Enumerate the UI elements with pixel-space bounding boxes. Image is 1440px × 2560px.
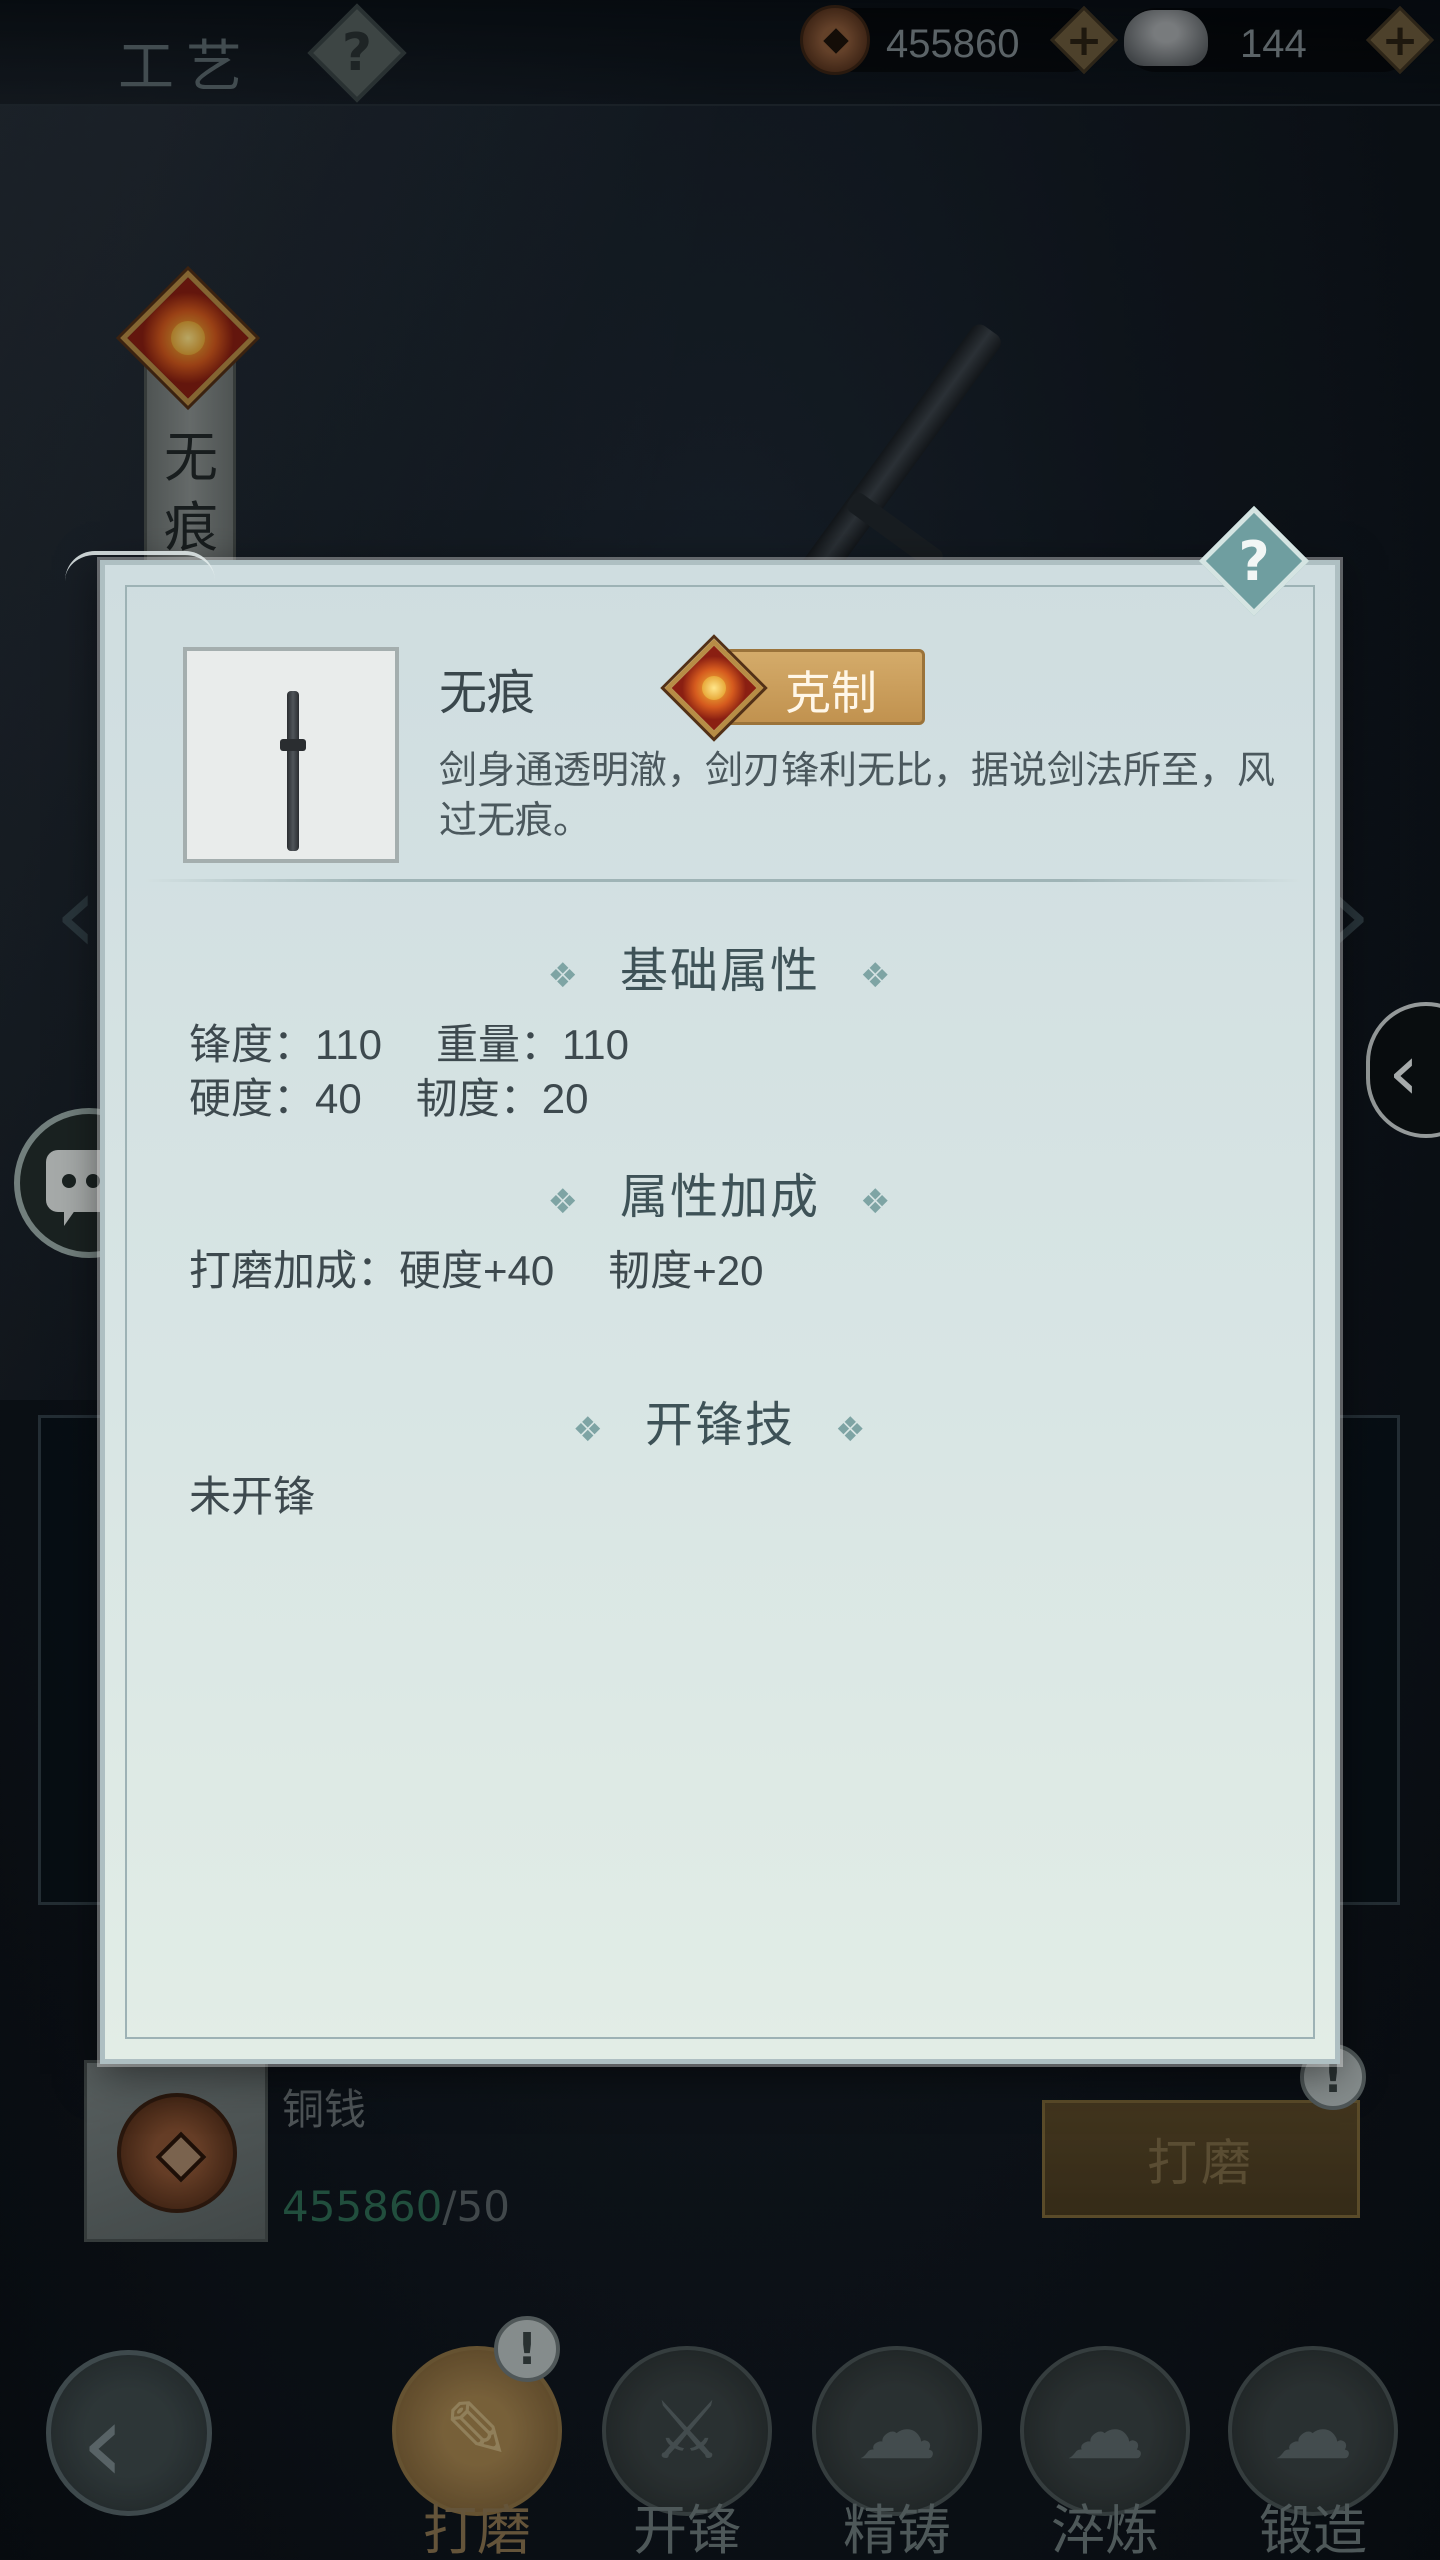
skill-status: 未开锋 [189,1473,316,1520]
cloud-ornament [65,551,215,581]
attr-row: 锋度：110 重量：110 [189,1011,629,1072]
ornament-icon: ❖ [835,1410,868,1450]
section-title-base-attributes: ❖ 基础属性 ❖ [105,931,1335,1001]
section-title-sharpen-skill: ❖ 开锋技 ❖ [105,1385,1335,1455]
ornament-icon: ❖ [547,1182,580,1222]
section-title-text: 属性加成 [619,1169,820,1225]
item-detail-modal: 无痕 克制 剑身通透明澈，剑刃锋利无比，据说剑法所至，风过无痕。 ❖ 基础属性 ❖ … [65,551,1340,2064]
type-badge-label: 克制 [785,666,877,720]
section-title-text: 开锋技 [644,1397,795,1453]
section-title-attribute-bonus: ❖ 属性加成 ❖ [105,1157,1335,1227]
type-badge: 克制 [664,638,930,738]
attr-toughness: 韧度：20 [415,1075,589,1122]
divider [145,879,1301,882]
section-title-text: 基础属性 [619,943,820,999]
bonus-label: 打磨加成： [189,1247,400,1294]
ornament-icon: ❖ [860,956,893,996]
item-name: 无痕 [439,665,536,721]
attr-hardness: 硬度：40 [189,1075,362,1122]
question-icon: ? [1238,529,1270,593]
attr-sharpness: 锋度：110 [189,1021,382,1068]
ornament-icon: ❖ [860,1182,893,1222]
attr-weight: 重量：110 [435,1021,629,1068]
sword-guard [280,739,306,751]
ornament-icon: ❖ [547,956,580,996]
bonus-row: 打磨加成：硬度+40 韧度+20 [189,1237,764,1298]
ornament-icon: ❖ [572,1410,605,1450]
bonus-hardness: 硬度+40 [399,1247,555,1294]
item-thumbnail [183,647,399,863]
bonus-toughness: 韧度+20 [608,1247,764,1294]
attr-row: 硬度：40 韧度：20 [189,1065,588,1126]
sword-icon [287,691,299,851]
item-description: 剑身通透明澈，剑刃锋利无比，据说剑法所至，风过无痕。 [439,748,1276,842]
